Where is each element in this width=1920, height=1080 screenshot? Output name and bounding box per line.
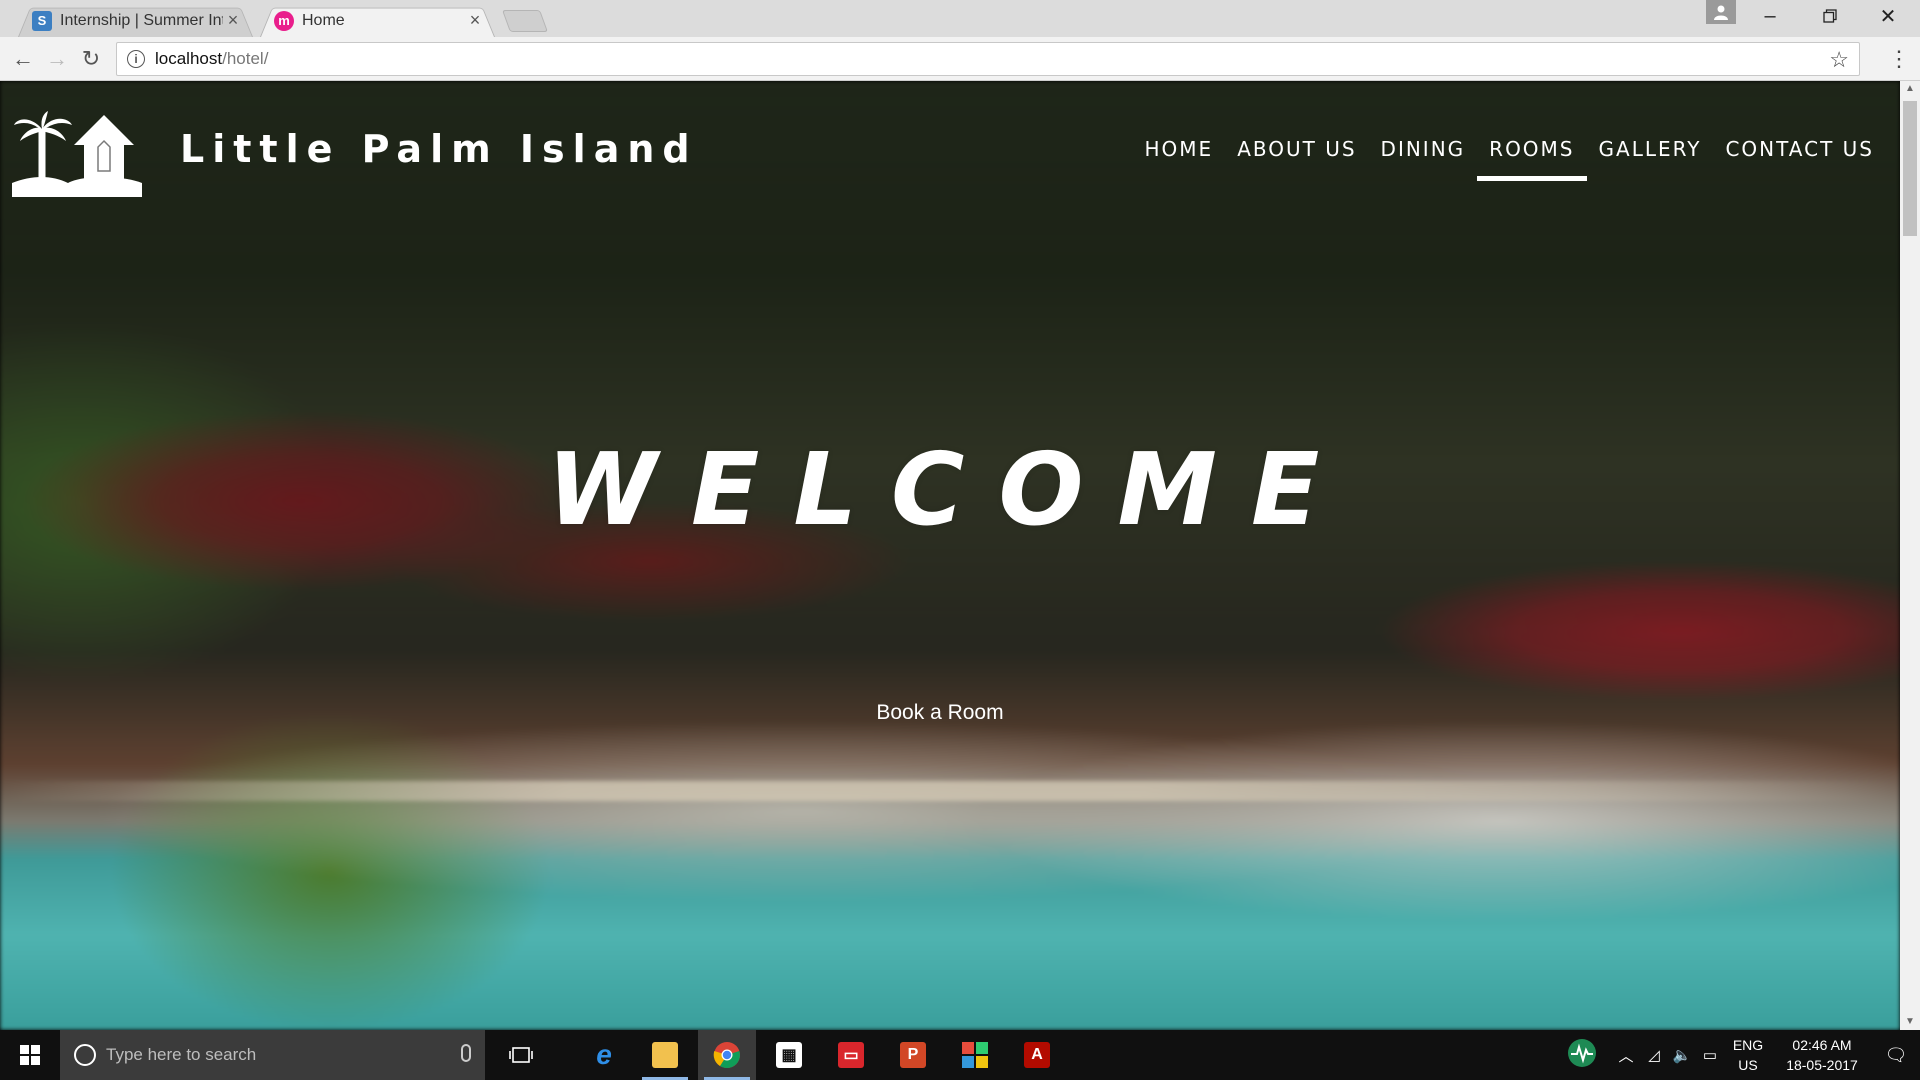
search-placeholder: Type here to search (106, 1045, 257, 1064)
tab-title: Home (302, 11, 345, 29)
reload-icon[interactable]: ↻ (76, 45, 106, 73)
logo-palm-house-icon[interactable] (12, 111, 142, 197)
show-hidden-icons-icon[interactable]: ︿ (1612, 1045, 1640, 1066)
task-view-icon[interactable] (492, 1030, 550, 1080)
windows-logo-icon (20, 1045, 40, 1065)
site-info-icon[interactable]: i (127, 50, 145, 68)
tab-home[interactable]: m Home × (260, 4, 495, 37)
powerpoint-icon[interactable]: P (884, 1030, 942, 1080)
office-icon[interactable] (946, 1030, 1004, 1080)
book-room-button[interactable]: Book a Room (860, 693, 1020, 733)
hero-background-image (0, 81, 1900, 1030)
url-host: localhost (155, 49, 223, 68)
tab-close-icon[interactable]: × (465, 10, 485, 31)
tab-close-icon[interactable]: × (223, 10, 243, 31)
hero-heading: WELCOME (546, 431, 1354, 548)
url-path: /hotel/ (222, 49, 269, 68)
browser-menu-icon[interactable]: ⋮ (1888, 45, 1910, 73)
taskbar: Type here to search e ▦ ▭ P A ︿ ◿ 🔈 ▭ EN… (0, 1030, 1920, 1080)
reader-app-icon[interactable]: ▭ (822, 1030, 880, 1080)
microphone-icon[interactable] (461, 1044, 471, 1062)
keyboard-region: US (1738, 1057, 1758, 1073)
language-code: ENG (1732, 1037, 1764, 1053)
back-icon[interactable]: ← (8, 45, 38, 73)
nav-contact-us[interactable]: CONTACT US (1713, 137, 1886, 181)
tab-internship[interactable]: S Internship | Summer Inte × (18, 4, 253, 37)
language-indicator[interactable]: ENG US (1724, 1035, 1772, 1075)
forward-icon[interactable]: → (42, 45, 72, 73)
start-button[interactable] (0, 1030, 60, 1080)
volume-icon[interactable]: 🔈 (1668, 1046, 1696, 1064)
nav-rooms[interactable]: ROOMS (1477, 137, 1587, 181)
clock[interactable]: 02:46 AM 18-05-2017 (1772, 1035, 1872, 1075)
chrome-icon[interactable] (698, 1030, 756, 1080)
site-title[interactable]: Little Palm Island (180, 127, 698, 171)
scroll-up-icon[interactable]: ▲ (1900, 81, 1920, 97)
close-window-icon[interactable]: ✕ (1858, 0, 1918, 32)
acrobat-icon[interactable]: A (1008, 1030, 1066, 1080)
tab-favicon-icon: m (274, 10, 294, 31)
nav-about-us[interactable]: ABOUT US (1225, 137, 1368, 181)
system-tray: ︿ ◿ 🔈 ▭ ENG US 02:46 AM 18-05-2017 🗨 (1552, 1030, 1920, 1080)
activity-monitor-icon[interactable] (1552, 1038, 1612, 1072)
store-icon[interactable]: ▦ (760, 1030, 818, 1080)
file-explorer-icon[interactable] (636, 1030, 694, 1080)
new-tab-button[interactable] (501, 10, 549, 32)
tab-strip: S Internship | Summer Inte × m Home × – … (0, 0, 1920, 37)
main-nav: HOME ABOUT US DINING ROOMS GALLERY CONTA… (1133, 137, 1886, 181)
action-center-icon[interactable]: 🗨 (1872, 1045, 1920, 1066)
profile-icon[interactable] (1706, 0, 1736, 24)
network-icon[interactable]: ◿ (1640, 1046, 1668, 1064)
page-viewport: Little Palm Island HOME ABOUT US DINING … (0, 81, 1900, 1030)
bookmark-star-icon[interactable]: ☆ (1829, 47, 1849, 73)
address-bar[interactable]: i localhost /hotel/ ☆ (116, 42, 1860, 76)
tab-title: Internship | Summer Inte (60, 11, 223, 29)
battery-icon[interactable]: ▭ (1696, 1046, 1724, 1064)
edge-icon[interactable]: e (575, 1030, 633, 1080)
minimize-icon[interactable]: – (1740, 0, 1800, 32)
clock-time: 02:46 AM (1792, 1037, 1852, 1053)
taskbar-search[interactable]: Type here to search (60, 1030, 485, 1080)
page-scrollbar[interactable]: ▲ ▼ (1900, 81, 1920, 1030)
tab-favicon-icon: S (32, 10, 52, 31)
clock-date: 18-05-2017 (1786, 1057, 1858, 1073)
scrollbar-thumb[interactable] (1903, 101, 1917, 236)
nav-home[interactable]: HOME (1133, 137, 1226, 181)
browser-toolbar: ← → ↻ i localhost /hotel/ ☆ ⋮ (0, 37, 1920, 81)
browser-chrome: S Internship | Summer Inte × m Home × – … (0, 0, 1920, 81)
cortana-icon (74, 1044, 96, 1066)
nav-gallery[interactable]: GALLERY (1587, 137, 1714, 181)
restore-icon[interactable] (1800, 0, 1860, 32)
nav-dining[interactable]: DINING (1369, 137, 1478, 181)
scroll-down-icon[interactable]: ▼ (1900, 1014, 1920, 1030)
